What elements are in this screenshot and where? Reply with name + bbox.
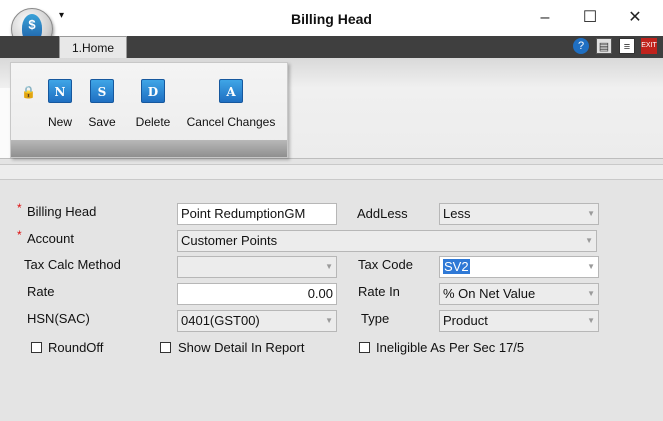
print-icon[interactable]: ▤ [596, 38, 612, 54]
chevron-down-icon: ▼ [325, 316, 333, 325]
save-label: Save [88, 115, 116, 129]
chevron-down-icon: ▼ [587, 289, 595, 298]
required-marker: * [17, 201, 22, 215]
save-icon: S [90, 79, 114, 103]
tax-code-value: SV2 [443, 259, 470, 274]
billing-head-label: Billing Head [27, 204, 97, 219]
exit-icon[interactable]: EXIT [641, 38, 657, 54]
new-button[interactable]: N New [44, 79, 76, 135]
account-select[interactable]: Customer Points ▼ [177, 230, 597, 252]
save-button[interactable]: S Save [84, 79, 120, 135]
chevron-down-icon: ▼ [587, 316, 595, 325]
delete-button[interactable]: D Delete [132, 79, 174, 135]
rate-input[interactable]: 0.00 [177, 283, 337, 305]
addless-label: AddLess [357, 206, 408, 221]
content-separator [0, 164, 663, 180]
hsn-select[interactable]: 0401(GST00) ▼ [177, 310, 337, 332]
tax-code-select[interactable]: SV2 ▼ [439, 256, 599, 278]
roundoff-label: RoundOff [48, 340, 104, 355]
help-icon[interactable]: ? [573, 38, 589, 54]
chevron-down-icon: ▼ [585, 236, 593, 245]
addless-select[interactable]: Less ▼ [439, 203, 599, 225]
delete-label: Delete [135, 115, 171, 129]
type-value: Product [443, 313, 488, 328]
delete-icon: D [141, 79, 165, 103]
show-detail-checkbox[interactable] [160, 342, 171, 353]
addless-value: Less [443, 206, 471, 221]
new-icon: N [48, 79, 72, 103]
cancel-changes-button[interactable]: A Cancel Changes [184, 79, 278, 135]
rate-in-value: % On Net Value [443, 286, 536, 301]
type-select[interactable]: Product ▼ [439, 310, 599, 332]
tax-code-label: Tax Code [358, 257, 413, 272]
rate-in-select[interactable]: % On Net Value ▼ [439, 283, 599, 305]
hsn-label: HSN(SAC) [27, 311, 90, 326]
roundoff-checkbox[interactable] [31, 342, 42, 353]
new-label: New [47, 115, 72, 129]
hsn-value: 0401(GST00) [181, 313, 260, 328]
ineligible-label: Ineligible As Per Sec 17/5 [376, 340, 525, 355]
minimize-button[interactable]: – [530, 6, 560, 30]
account-value: Customer Points [181, 233, 278, 248]
type-label: Type [361, 311, 390, 326]
billing-head-input[interactable]: Point RedumptionGM [177, 203, 337, 225]
chevron-down-icon: ▼ [325, 262, 333, 271]
rate-label: Rate [27, 284, 55, 299]
maximize-button[interactable]: ☐ [575, 6, 605, 30]
show-detail-label: Show Detail In Report [178, 340, 305, 355]
ineligible-checkbox[interactable] [359, 342, 370, 353]
chevron-down-icon: ▼ [587, 209, 595, 218]
chevron-down-icon: ▼ [587, 262, 595, 271]
cancel-changes-label: Cancel Changes [186, 115, 276, 129]
tax-calc-method-select[interactable]: ▼ [177, 256, 337, 278]
tab-home[interactable]: 1.Home [59, 36, 127, 58]
tax-calc-method-label: Tax Calc Method [24, 257, 121, 272]
cancel-changes-icon: A [219, 79, 243, 103]
required-marker: * [17, 228, 22, 242]
account-label: Account [27, 231, 74, 246]
rate-in-label: Rate In [358, 284, 400, 299]
window-title: Billing Head [291, 11, 372, 27]
document-icon[interactable]: ≡ [619, 38, 635, 54]
lock-icon: 🔒 [21, 85, 36, 99]
close-button[interactable]: ✕ [620, 6, 650, 30]
ribbon-group-footer [11, 140, 287, 157]
